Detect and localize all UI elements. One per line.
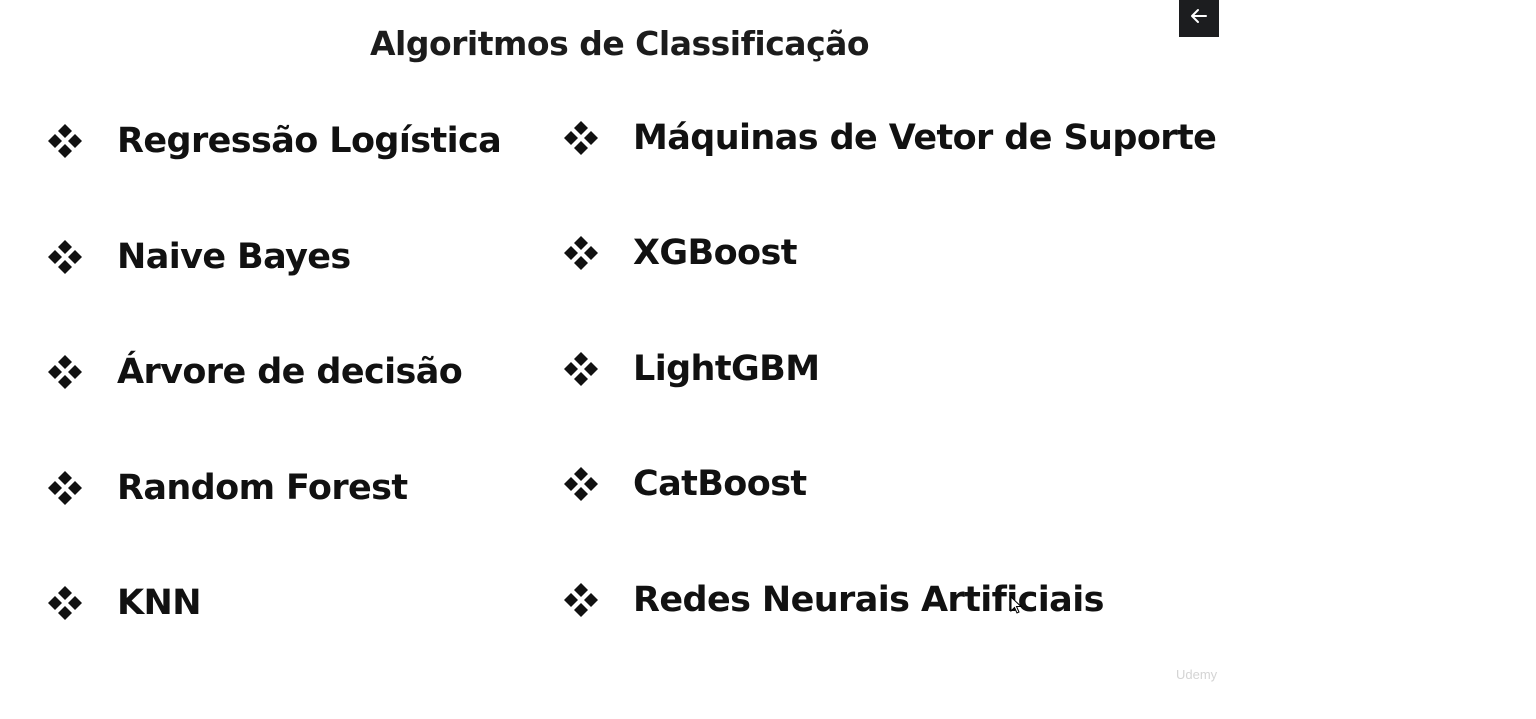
list-item-label: CatBoost (633, 464, 807, 504)
list-item: Árvore de decisão (47, 352, 463, 392)
list-item: KNN (47, 583, 202, 623)
list-item-label: Naive Bayes (117, 237, 351, 277)
four-diamond-bullet-icon (47, 354, 83, 390)
arrow-left-icon (1190, 8, 1208, 29)
list-item-label: Regressão Logística (117, 121, 502, 161)
back-button[interactable] (1179, 0, 1219, 37)
list-item: XGBoost (563, 233, 797, 273)
four-diamond-bullet-icon (563, 466, 599, 502)
list-item-label: LightGBM (633, 349, 820, 389)
list-item: Máquinas de Vetor de Suporte (563, 118, 1217, 158)
udemy-watermark: Udemy (1176, 667, 1218, 682)
list-item-label: XGBoost (633, 233, 797, 273)
list-item-label: KNN (117, 583, 202, 623)
slide: Algoritmos de Classificação Regressão Lo… (0, 0, 1536, 719)
list-item: Regressão Logística (47, 121, 502, 161)
list-item-label: Random Forest (117, 468, 408, 508)
four-diamond-bullet-icon (47, 123, 83, 159)
four-diamond-bullet-icon (47, 239, 83, 275)
four-diamond-bullet-icon (563, 582, 599, 618)
list-item: CatBoost (563, 464, 807, 504)
four-diamond-bullet-icon (563, 120, 599, 156)
list-item: Random Forest (47, 468, 408, 508)
list-item-label: Redes Neurais Artificiais (633, 580, 1104, 620)
list-item: Redes Neurais Artificiais (563, 580, 1104, 620)
four-diamond-bullet-icon (47, 585, 83, 621)
list-item-label: Árvore de decisão (117, 352, 463, 392)
list-item: LightGBM (563, 349, 820, 389)
list-item-label: Máquinas de Vetor de Suporte (633, 118, 1217, 158)
four-diamond-bullet-icon (563, 351, 599, 387)
mouse-cursor-icon (1010, 595, 1023, 614)
four-diamond-bullet-icon (47, 470, 83, 506)
list-item: Naive Bayes (47, 237, 351, 277)
slide-title: Algoritmos de Classificação (370, 24, 870, 63)
four-diamond-bullet-icon (563, 235, 599, 271)
